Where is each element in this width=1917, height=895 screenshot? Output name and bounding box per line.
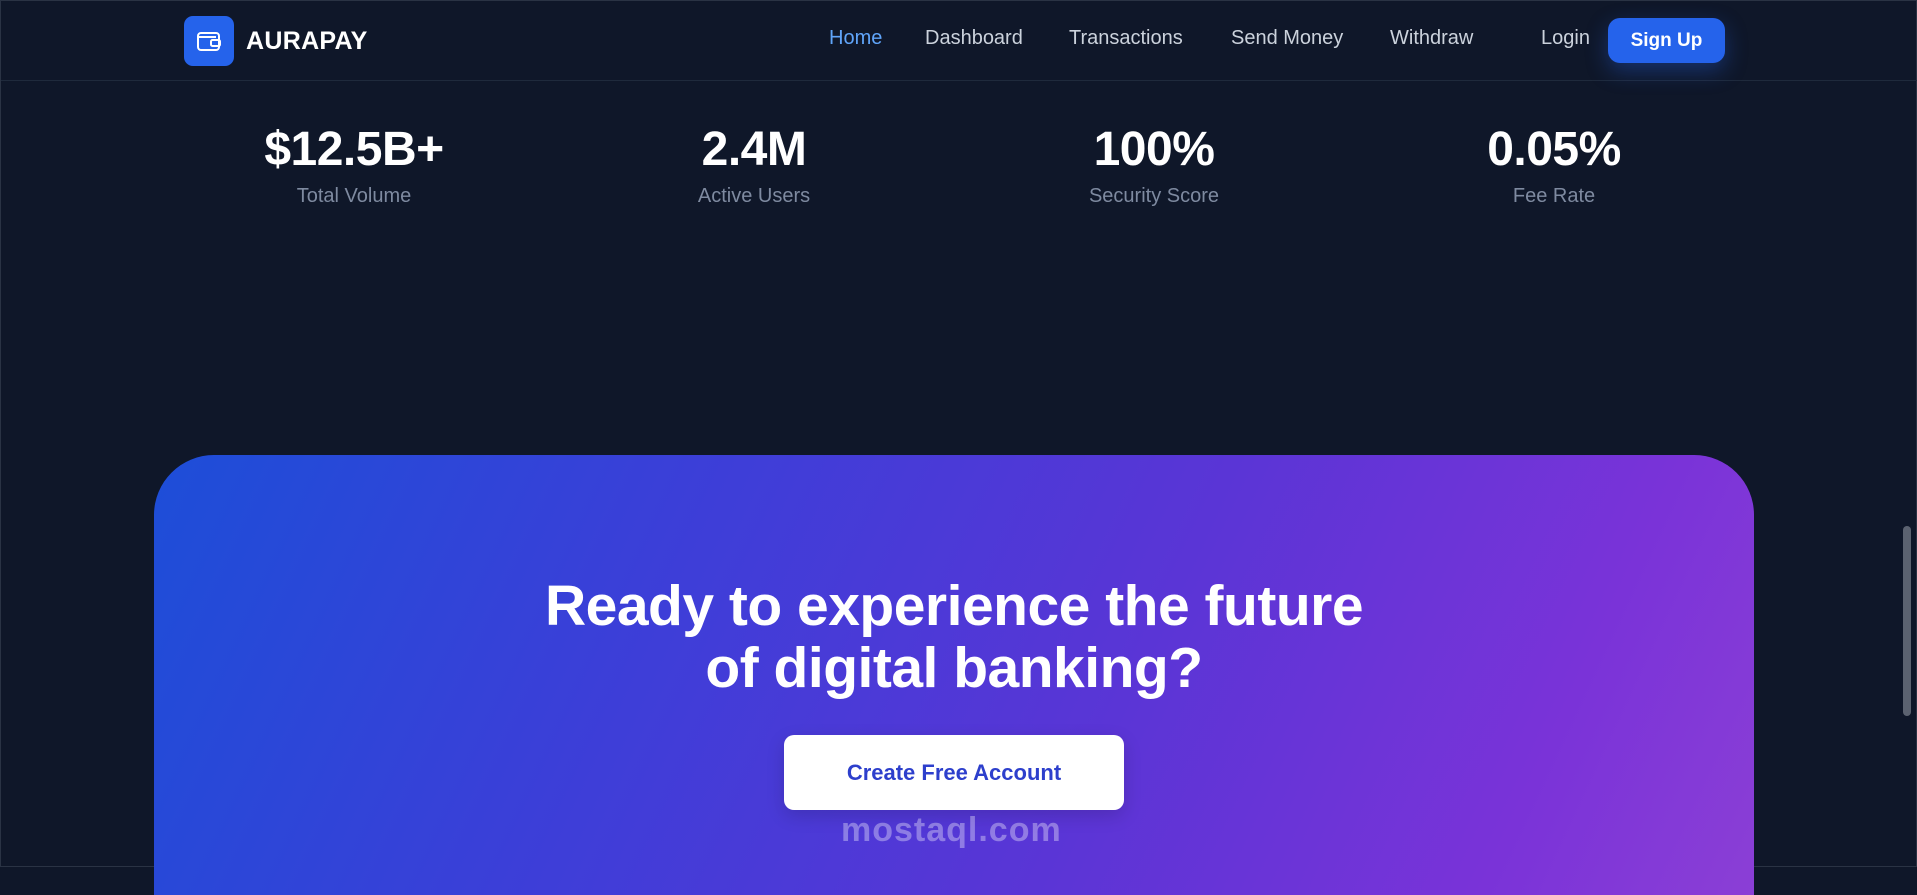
stat-label: Total Volume [296, 185, 412, 207]
stat-total-volume: $12.5B+ Total Volume [204, 119, 504, 208]
brand-name: AURAPAY [246, 26, 368, 55]
nav-link-transactions[interactable]: Transactions [1069, 27, 1183, 50]
stat-security-score: 100% Security Score [1004, 119, 1304, 208]
nav-link-dashboard[interactable]: Dashboard [925, 27, 1023, 50]
cta-title-line-1: Ready to experience the future [544, 574, 1364, 638]
stat-label: Fee Rate [1512, 185, 1596, 207]
wallet-icon [184, 16, 234, 66]
nav-link-withdraw[interactable]: Withdraw [1390, 27, 1473, 50]
nav-link-home[interactable]: Home [829, 27, 882, 50]
stat-label: Active Users [697, 185, 811, 207]
stat-value: $12.5B+ [264, 123, 444, 176]
scrollbar-thumb[interactable] [1903, 526, 1911, 716]
nav-link-send-money[interactable]: Send Money [1231, 27, 1343, 50]
top-navbar: AURAPAY Home Dashboard Transactions Send… [1, 1, 1917, 81]
watermark: mostaql.com [841, 811, 1062, 849]
stat-value: 2.4M [701, 123, 807, 176]
signup-button[interactable]: Sign Up [1608, 18, 1725, 63]
login-link[interactable]: Login [1541, 27, 1590, 50]
cta-title-line-2: of digital banking? [705, 636, 1203, 700]
stat-active-users: 2.4M Active Users [604, 119, 904, 208]
stat-fee-rate: 0.05% Fee Rate [1404, 119, 1704, 208]
brand[interactable]: AURAPAY [184, 16, 368, 66]
cta-title: Ready to experience the future of digita… [154, 575, 1754, 699]
stat-value: 0.05% [1487, 123, 1621, 176]
stat-value: 100% [1093, 123, 1215, 176]
stat-label: Security Score [1088, 185, 1220, 207]
create-free-account-button[interactable]: Create Free Account [784, 735, 1124, 810]
